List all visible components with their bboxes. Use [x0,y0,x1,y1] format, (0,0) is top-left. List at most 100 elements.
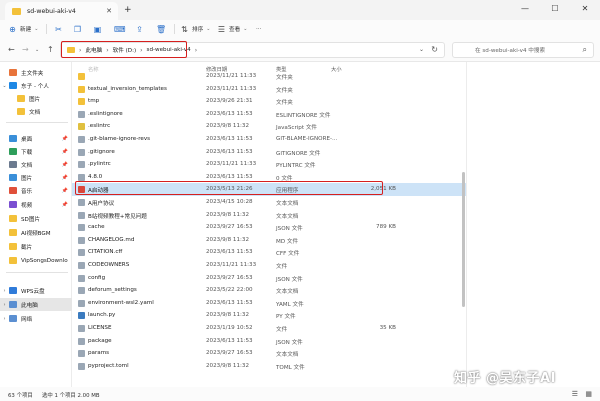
new-button[interactable]: ⊕ 新建 ⌄ [8,23,38,35]
file-row[interactable]: A用户协议 2023/4/15 10:28 文本文档 [72,196,466,209]
sidebar-item[interactable]: 图片 [0,92,72,105]
new-tab-button[interactable]: + [124,5,132,15]
sidebar-item[interactable]: 下载 📌 [0,145,72,158]
sidebar-item[interactable]: 桌面 📌 [0,132,72,145]
file-type: 文本文档 [276,352,299,359]
sidebar-item[interactable]: 截片 [0,240,72,253]
rename-button[interactable]: ⌨ [114,23,126,35]
file-type: CFF 文件 [276,251,300,258]
sidebar-item[interactable]: SD图片 [0,212,72,225]
highlight-box [75,181,383,195]
sidebar-item[interactable]: VipSongsDownlo [0,254,72,267]
view-button[interactable]: ☰ 查看 ⌄ [217,23,248,35]
sidebar-item[interactable]: 视频 📌 [0,198,72,211]
file-name: .git-blame-ignore-revs [88,136,151,142]
file-icon [78,236,85,244]
file-type: TOML 文件 [276,364,305,371]
file-type: MD 文件 [276,238,299,245]
up-arrow-icon[interactable]: ↑ [47,45,54,54]
expand-icon[interactable]: › [0,302,9,308]
back-arrow-icon[interactable]: ← [8,45,15,54]
expand-icon[interactable]: › [0,316,9,322]
sidebar-item-label: 音乐 [21,188,33,195]
tab-sd-webui[interactable]: sd-webui-aki-v4 ✕ [5,2,118,20]
delete-button[interactable]: 🗑 [156,23,166,35]
file-row[interactable]: CHANGELOG.md 2023/9/8 11:32 MD 文件 [72,234,466,247]
file-name: pyproject.toml [88,362,129,369]
file-date: 2023/5/22 22:00 [206,287,253,294]
file-icon [78,173,85,181]
sidebar-item[interactable]: 主文件夹 [0,66,72,79]
file-row[interactable]: .eslintrc 2023/9/8 11:32 JavaScript 文件 [72,120,466,133]
file-date: 2023/9/8 11:32 [206,123,250,130]
chevron-down-icon[interactable]: ⌄ [419,46,424,53]
sidebar-item[interactable]: 音乐 📌 [0,184,72,197]
file-date: 2023/6/13 11:53 [206,136,253,142]
file-row[interactable]: 2023/11/21 11:33 文件夹 [72,70,466,83]
file-row[interactable]: CODEOWNERS 2023/11/21 11:33 文件 [72,259,466,272]
file-row[interactable]: cache 2023/9/27 16:53 JSON 文件 789 KB [72,221,466,234]
paste-button[interactable]: ▣ [93,23,102,35]
sort-button[interactable]: ⇅ 排序 ⌄ [180,23,210,35]
expand-icon[interactable]: › [0,288,9,294]
sidebar-item[interactable]: › 此电脑 [0,298,72,311]
sidebar-item-label: 文档 [21,162,33,169]
file-row[interactable]: config 2023/9/27 16:53 JSON 文件 [72,272,466,285]
sidebar-item[interactable]: 图片 📌 [0,171,72,184]
file-row[interactable]: .git-blame-ignore-revs 2023/6/13 11:53 GIT… [72,133,466,146]
sidebar-item[interactable]: ⌄ 东子 - 个人 [0,79,72,92]
chevron-down-icon: ⌄ [34,26,39,32]
expand-icon[interactable]: ⌄ [0,83,9,89]
file-row[interactable]: package 2023/6/13 11:53 JSON 文件 [72,335,466,348]
file-date: 2023/9/8 11:32 [206,236,250,243]
sidebar-item-label: 东子 - 个人 [21,83,49,90]
file-row[interactable]: .eslintignore 2023/6/13 11:53 ESLINTIGNORE… [72,108,466,121]
status-bar: 63 个项目 选中 1 个项目 2.00 MB ☰ ▦ [0,387,600,401]
tiles-view-icon[interactable]: ▦ [585,390,592,398]
sidebar-item[interactable]: 文档 [0,105,72,118]
file-name: config [88,274,106,281]
sidebar-item-label: WPS云盘 [21,288,45,295]
copy-button[interactable]: ❐ [73,23,82,35]
new-label: 新建 [20,27,32,33]
file-row[interactable]: CITATION.cff 2023/6/13 11:53 CFF 文件 [72,246,466,259]
recent-chevron-icon[interactable]: ⌄ [35,47,39,53]
file-type: 文件夹 [276,87,293,94]
file-row[interactable]: params 2023/9/27 16:53 文本文档 [72,347,466,360]
close-tab-icon[interactable]: ✕ [106,7,112,15]
file-name: textual_inversion_templates [88,85,167,92]
file-row[interactable]: deforum_settings 2023/5/22 22:00 文本文档 [72,284,466,297]
file-row[interactable]: pyproject.toml 2023/9/8 11:32 TOML 文件 [72,360,466,373]
file-row[interactable]: environment-wsl2.yaml 2023/6/13 11:53 YAML… [72,297,466,310]
share-button[interactable]: ⇪ [135,23,144,35]
file-date: 2023/11/21 11:33 [206,161,257,168]
forward-arrow-icon[interactable]: → [22,45,29,54]
sidebar-item-label: 文档 [29,109,41,116]
scrollbar-thumb[interactable] [462,172,465,307]
cut-button[interactable]: ✂ [54,23,63,35]
file-row[interactable]: launch.py 2023/9/8 11:32 PY 文件 [72,309,466,322]
file-name: 4.8.0 [88,173,103,180]
search-input[interactable]: 在 sd-webui-aki-v4 中搜索 ⌕ [452,42,594,58]
close-window-button[interactable]: ✕ [570,0,600,20]
more-button[interactable]: ··· [256,23,261,35]
file-type: JavaScript 文件 [276,125,318,132]
sidebar-item[interactable]: AI视频BGM [0,226,72,239]
file-row[interactable]: textual_inversion_templates 2023/11/21 11… [72,83,466,96]
folder-icon [9,243,17,250]
file-row[interactable]: LICENSE 2023/1/19 10:52 文件 35 KB [72,322,466,335]
window-controls: — ☐ ✕ [510,0,600,20]
maximize-button[interactable]: ☐ [540,0,570,20]
file-row[interactable]: .gitignore 2023/6/13 11:53 GITIGNORE 文件 [72,146,466,159]
sidebar-item[interactable]: › WPS云盘 [0,284,72,297]
file-row[interactable]: B站视频教程+常见问题 2023/9/8 11:32 文本文档 [72,209,466,222]
file-row[interactable]: tmp 2023/9/26 21:31 文件夹 [72,95,466,108]
view-icon: ☰ [217,24,226,34]
sidebar-item[interactable]: › 网络 [0,312,72,325]
sidebar-item[interactable]: 文档 📌 [0,158,72,171]
file-row[interactable]: .pylintrc 2023/11/21 11:33 PYLINTRC 文件 [72,158,466,171]
refresh-icon[interactable]: ↻ [431,45,438,54]
file-icon [78,249,85,257]
details-view-icon[interactable]: ☰ [572,390,578,398]
minimize-button[interactable]: — [510,0,540,20]
